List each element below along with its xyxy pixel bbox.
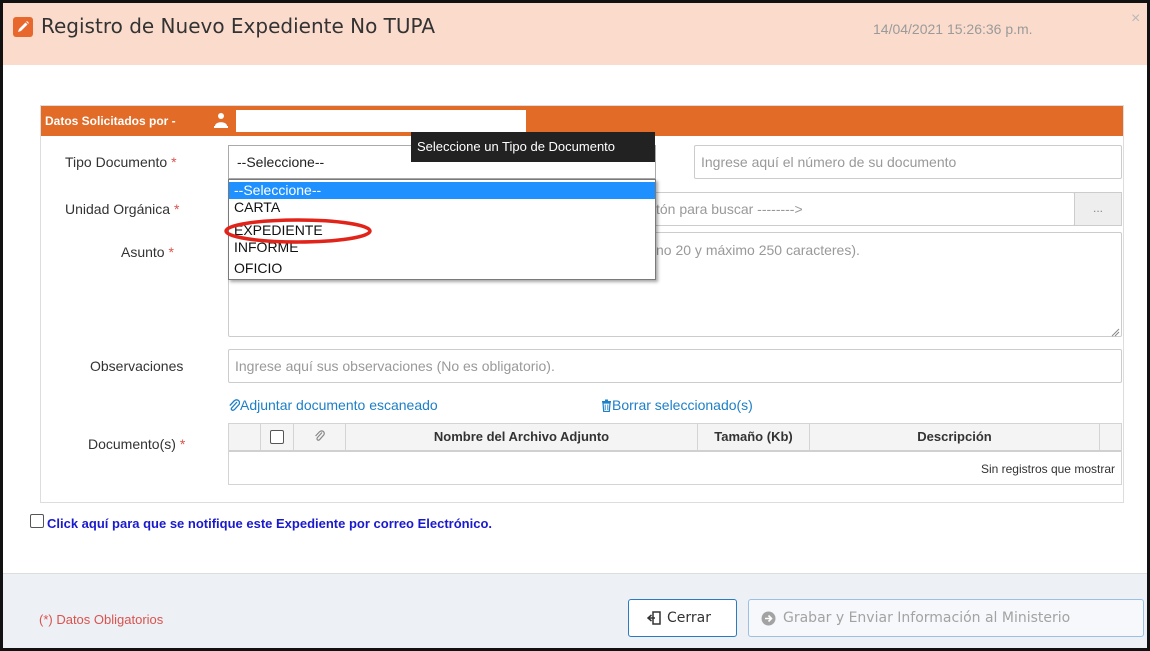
- sign-out-icon: [647, 611, 661, 625]
- select-all-cell: [261, 424, 294, 450]
- option-seleccione[interactable]: --Seleccione--: [229, 182, 655, 199]
- close-button[interactable]: Cerrar: [628, 599, 737, 637]
- empty-header-cell: [229, 424, 261, 450]
- column-size: Tamaño (Kb): [698, 424, 810, 450]
- subject-label: Asunto *: [121, 244, 174, 260]
- arrow-circle-right-icon: [761, 611, 776, 626]
- select-all-checkbox[interactable]: [270, 430, 284, 444]
- delete-selected-link[interactable]: Borrar seleccionado(s): [601, 397, 753, 413]
- option-expediente[interactable]: EXPEDIENTE: [229, 222, 655, 239]
- dialog-title: Registro de Nuevo Expediente No TUPA: [41, 14, 436, 38]
- org-unit-label: Unidad Orgánica *: [65, 201, 180, 217]
- close-button-label: Cerrar: [667, 610, 711, 626]
- observations-label: Observaciones: [90, 358, 184, 374]
- notify-email-checkbox[interactable]: [30, 514, 44, 528]
- notify-email-label[interactable]: Click aquí para que se notifique este Ex…: [47, 516, 492, 531]
- option-carta[interactable]: CARTA: [229, 199, 655, 216]
- empty-table-message: Sin registros que mostrar: [980, 462, 1115, 476]
- paperclip-icon: [315, 430, 325, 441]
- column-file-name: Nombre del Archivo Adjunto: [346, 424, 698, 450]
- trash-icon: [602, 399, 611, 413]
- document-type-selected: --Seleccione--: [237, 154, 325, 170]
- attach-document-link[interactable]: Adjuntar documento escaneado: [228, 397, 438, 413]
- documents-label: Documento(s) *: [88, 436, 186, 452]
- dialog-header: Registro de Nuevo Expediente No TUPA 14/…: [3, 3, 1147, 65]
- document-type-label: Tipo Documento *: [65, 154, 177, 170]
- option-informe[interactable]: INFORME: [229, 239, 655, 256]
- documents-table: Nombre del Archivo Adjunto Tamaño (Kb) D…: [228, 423, 1122, 485]
- new-file-dialog: Registro de Nuevo Expediente No TUPA 14/…: [0, 0, 1150, 651]
- requester-name-field: [236, 110, 526, 132]
- option-oficio[interactable]: OFICIO: [229, 260, 655, 277]
- documents-table-header: Nombre del Archivo Adjunto Tamaño (Kb) D…: [229, 424, 1121, 452]
- dialog-datetime: 14/04/2021 15:26:36 p.m.: [873, 21, 1033, 37]
- edit-icon: [13, 17, 33, 37]
- paperclip-icon: [229, 399, 241, 411]
- observations-input[interactable]: Ingrese aquí sus observaciones (No es ob…: [228, 349, 1122, 383]
- document-number-input[interactable]: Ingrese aquí el número de su documento: [694, 145, 1122, 179]
- close-icon[interactable]: ×: [1131, 11, 1140, 27]
- org-unit-search-button[interactable]: ...: [1074, 192, 1122, 226]
- user-icon: [214, 112, 228, 131]
- column-description: Descripción: [810, 424, 1100, 450]
- resize-handle-icon[interactable]: [1111, 325, 1120, 340]
- save-button-label: Grabar y Enviar Información al Ministeri…: [783, 610, 1071, 626]
- document-type-tooltip: Seleccione un Tipo de Documento: [411, 132, 655, 162]
- required-fields-note: (*) Datos Obligatorios: [39, 612, 164, 627]
- panel-header-label: Datos Solicitados por -: [45, 114, 176, 128]
- document-type-dropdown: --Seleccione-- CARTA EXPEDIENTE INFORME …: [228, 179, 656, 280]
- save-and-send-button[interactable]: Grabar y Enviar Información al Ministeri…: [748, 599, 1144, 637]
- attachment-header-cell: [294, 424, 346, 450]
